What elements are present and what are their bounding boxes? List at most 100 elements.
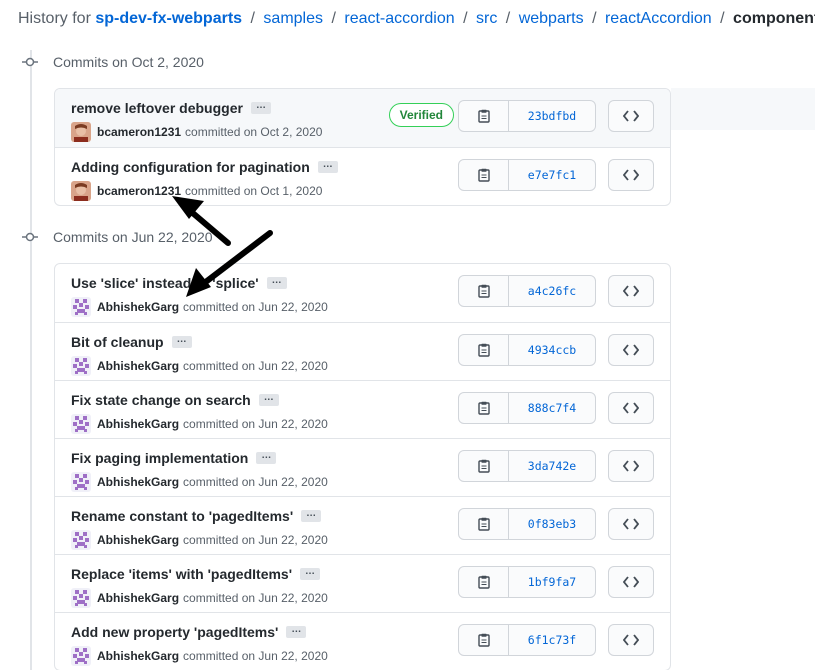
commit-meta: AbhishekGarg committed on Jun 22, 2020 [71, 356, 328, 376]
commit-author-link[interactable]: bcameron1231 [97, 184, 181, 198]
commit-message-link[interactable]: Rename constant to 'pagedItems' [71, 508, 293, 524]
commit-sha-link[interactable]: 6f1c73f [509, 625, 595, 655]
commit-sha-link[interactable]: 0f83eb3 [509, 509, 595, 539]
commit-message-link[interactable]: Use 'slice' instead of 'splice' [71, 275, 259, 291]
expand-message-button[interactable]: … [266, 276, 287, 289]
expand-message-button[interactable]: … [256, 451, 277, 464]
commit-message-link[interactable]: Fix paging implementation [71, 450, 248, 466]
code-icon [623, 110, 639, 122]
commit-sha-link[interactable]: 888c7f4 [509, 393, 595, 423]
commit-sha-link[interactable]: e7e7fc1 [509, 160, 595, 190]
browse-repo-button[interactable] [608, 624, 654, 656]
browse-repo-button[interactable] [608, 566, 654, 598]
commit-row: Adding configuration for pagination … bcam… [55, 147, 670, 205]
copy-sha-button[interactable] [459, 625, 509, 655]
commit-message: remove leftover debugger … [71, 100, 271, 116]
commit-message-link[interactable]: Replace 'items' with 'pagedItems' [71, 566, 292, 582]
code-icon [623, 576, 639, 588]
commit-message-link[interactable]: Fix state change on search [71, 392, 251, 408]
breadcrumb-separator: / [331, 10, 336, 27]
commit-sha-link[interactable]: 23bdfbd [509, 101, 595, 131]
copy-sha-button[interactable] [459, 335, 509, 365]
sha-button-group: a4c26fc [458, 275, 596, 307]
clipboard-icon [477, 109, 490, 123]
avatar[interactable] [71, 414, 91, 434]
commit-author-link[interactable]: AbhishekGarg [97, 300, 179, 314]
copy-sha-button[interactable] [459, 276, 509, 306]
commit-message-link[interactable]: remove leftover debugger [71, 100, 243, 116]
commit-message: Bit of cleanup … [71, 334, 192, 350]
code-icon [623, 169, 639, 181]
expand-message-button[interactable]: … [286, 625, 307, 638]
commit-author-link[interactable]: AbhishekGarg [97, 359, 179, 373]
commit-sha-link[interactable]: 4934ccb [509, 335, 595, 365]
copy-sha-button[interactable] [459, 567, 509, 597]
commit-meta: bcameron1231 committed on Oct 2, 2020 [71, 122, 322, 142]
clipboard-icon [477, 575, 490, 589]
commit-message-link[interactable]: Bit of cleanup [71, 334, 164, 350]
commit-sha-link[interactable]: 3da742e [509, 451, 595, 481]
commit-row: Use 'slice' instead of 'splice' … Abhishek… [55, 264, 670, 322]
avatar[interactable] [71, 472, 91, 492]
expand-message-button[interactable]: … [317, 160, 338, 173]
breadcrumb-prefix: History for [18, 10, 91, 27]
git-commit-icon [20, 52, 40, 72]
commit-author-link[interactable]: AbhishekGarg [97, 475, 179, 489]
browse-repo-button[interactable] [608, 159, 654, 191]
avatar[interactable] [71, 530, 91, 550]
browse-repo-button[interactable] [608, 100, 654, 132]
expand-message-button[interactable]: … [301, 509, 322, 522]
commit-meta: AbhishekGarg committed on Jun 22, 2020 [71, 414, 328, 434]
code-icon [623, 518, 639, 530]
commit-list: Use 'slice' instead of 'splice' … Abhishek… [54, 263, 671, 670]
avatar[interactable] [71, 181, 91, 201]
expand-message-button[interactable]: … [250, 101, 271, 114]
verified-badge[interactable]: Verified [388, 103, 454, 127]
copy-sha-button[interactable] [459, 451, 509, 481]
commit-meta: AbhishekGarg committed on Jun 22, 2020 [71, 472, 328, 492]
browse-repo-button[interactable] [608, 508, 654, 540]
avatar[interactable] [71, 356, 91, 376]
breadcrumb-segment-link[interactable]: webparts [519, 10, 584, 27]
commit-author-link[interactable]: AbhishekGarg [97, 533, 179, 547]
commit-author-link[interactable]: AbhishekGarg [97, 591, 179, 605]
browse-repo-button[interactable] [608, 334, 654, 366]
browse-repo-button[interactable] [608, 450, 654, 482]
commit-row: Fix state change on search … AbhishekGarg c… [55, 380, 670, 438]
browse-repo-button[interactable] [608, 275, 654, 307]
commit-message-link[interactable]: Add new property 'pagedItems' [71, 624, 278, 640]
avatar[interactable] [71, 297, 91, 317]
commit-meta: AbhishekGarg committed on Jun 22, 2020 [71, 530, 328, 550]
commit-date: committed on Jun 22, 2020 [183, 533, 328, 547]
commit-meta: AbhishekGarg committed on Jun 22, 2020 [71, 297, 328, 317]
commit-sha-link[interactable]: 1bf9fa7 [509, 567, 595, 597]
expand-message-button[interactable]: … [300, 567, 321, 580]
commit-author-link[interactable]: AbhishekGarg [97, 417, 179, 431]
copy-sha-button[interactable] [459, 101, 509, 131]
breadcrumb-repo-link[interactable]: sp-dev-fx-webparts [95, 10, 242, 27]
copy-sha-button[interactable] [459, 160, 509, 190]
avatar[interactable] [71, 646, 91, 666]
commit-author-link[interactable]: bcameron1231 [97, 125, 181, 139]
commit-date: committed on Oct 1, 2020 [185, 184, 323, 198]
commit-row: Replace 'items' with 'pagedItems' … Abhish… [55, 554, 670, 612]
avatar[interactable] [71, 588, 91, 608]
breadcrumb-segment-link[interactable]: samples [263, 10, 323, 27]
browse-repo-button[interactable] [608, 392, 654, 424]
commit-meta: AbhishekGarg committed on Jun 22, 2020 [71, 646, 328, 666]
expand-message-button[interactable]: … [258, 393, 279, 406]
commit-message-link[interactable]: Adding configuration for pagination [71, 159, 310, 175]
expand-message-button[interactable]: … [171, 335, 192, 348]
breadcrumb-segment-link[interactable]: reactAccordion [605, 10, 712, 27]
copy-sha-button[interactable] [459, 393, 509, 423]
commit-group-date: Commits on Jun 22, 2020 [53, 229, 213, 245]
sha-button-group: e7e7fc1 [458, 159, 596, 191]
breadcrumb-segment-link[interactable]: src [476, 10, 497, 27]
copy-sha-button[interactable] [459, 509, 509, 539]
commit-author-link[interactable]: AbhishekGarg [97, 649, 179, 663]
breadcrumb-segment-link[interactable]: react-accordion [344, 10, 454, 27]
commit-row: Add new property 'pagedItems' … AbhishekGa… [55, 612, 670, 670]
commit-sha-link[interactable]: a4c26fc [509, 276, 595, 306]
avatar[interactable] [71, 122, 91, 142]
clipboard-icon [477, 343, 490, 357]
